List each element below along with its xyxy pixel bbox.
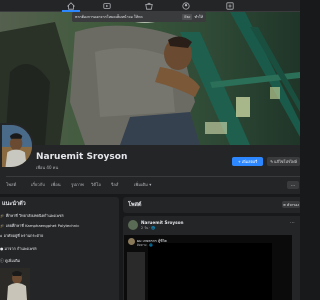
intro-item-residence: ⌂ อาศัยอยู่ที่ พรานกระต่าย bbox=[0, 233, 44, 238]
intro-item-education: 🎓 ศึกษาที่ วิทยาลัยเทคนิคกำแพงเพชร bbox=[0, 213, 64, 218]
intro-title: แนะนำตัว bbox=[2, 201, 26, 207]
profile-tabs: โพสต์ เกี่ยวกับ เพื่อน รูปภาพ วิดีโอ รีล… bbox=[0, 178, 300, 192]
reel-video-frame bbox=[148, 243, 272, 300]
add-story-label: เพิ่มสตอรี่ bbox=[241, 158, 258, 164]
plus-icon: + bbox=[237, 159, 241, 164]
posts-header-card bbox=[123, 197, 300, 213]
intro-item-more[interactable]: ⓘ ดูเพิ่มเติม bbox=[0, 258, 20, 264]
tab-friends[interactable]: เพื่อน bbox=[51, 181, 61, 188]
intro-item-past-education: 🎓 เคยศึกษาที่ Kamphaengphet Polytechnic bbox=[0, 223, 80, 228]
tooltip-action: ทำให้ bbox=[194, 15, 203, 19]
tab-videos[interactable]: วิดีโอ bbox=[91, 181, 101, 188]
intro-item-hometown: ● มาจาก กำแพงเพชร bbox=[0, 246, 37, 251]
reel-author-avatar[interactable] bbox=[128, 238, 135, 245]
profile-divider bbox=[6, 176, 300, 177]
pencil-icon: ✎ bbox=[270, 159, 274, 164]
friends-count[interactable]: เพื่อน 40 คน bbox=[36, 164, 58, 171]
reel-timestamp: ติดตาม · 🌐 bbox=[137, 243, 154, 247]
top-navigation-bar bbox=[0, 0, 300, 12]
reel-side-thumbnail bbox=[127, 252, 145, 300]
fullscreen-exit-tooltip: หากต้องการออกจากโหมดเต็มหน้าจอ ให้กด Esc… bbox=[72, 12, 206, 22]
facebook-profile-page: หากต้องการออกจากโหมดเต็มหน้าจอ ให้กด Esc… bbox=[0, 0, 300, 300]
home-location-icon: ⌂ bbox=[0, 233, 3, 238]
tooltip-text: หากต้องการออกจากโหมดเต็มหน้าจอ ให้กด bbox=[75, 15, 143, 19]
marketplace-icon[interactable] bbox=[144, 1, 154, 11]
profile-name: Naruemit Sroyson bbox=[36, 152, 128, 162]
intro-featured-photo[interactable] bbox=[0, 268, 30, 300]
posts-title: โพสต์ bbox=[128, 202, 142, 208]
graduation-cap-icon: 🎓 bbox=[0, 223, 5, 228]
groups-icon[interactable] bbox=[181, 1, 191, 11]
filter-icon: ≡ bbox=[283, 202, 286, 207]
tab-more[interactable]: เพิ่มเติม ▾ bbox=[134, 181, 151, 188]
tab-reels[interactable]: รีลส์ bbox=[111, 181, 118, 188]
graduation-cap-icon: 🎓 bbox=[0, 213, 5, 218]
edit-profile-button[interactable]: ✎ แก้ไขโปรไฟล์ bbox=[267, 157, 300, 166]
tab-photos[interactable]: รูปภาพ bbox=[71, 181, 84, 188]
add-story-button[interactable]: + เพิ่มสตอรี่ bbox=[232, 157, 263, 166]
post-more-options-icon[interactable]: ··· bbox=[290, 220, 295, 226]
post-timestamp[interactable]: 2 วัน · 🌐 bbox=[141, 226, 156, 231]
gaming-icon[interactable] bbox=[225, 1, 235, 11]
tooltip-key: Esc bbox=[182, 14, 193, 20]
location-pin-icon: ● bbox=[0, 246, 4, 251]
edit-profile-label: แก้ไขโปรไฟล์ bbox=[274, 158, 297, 164]
post-author-name[interactable]: Naruemit Sroyson bbox=[141, 220, 184, 225]
post-author-avatar[interactable] bbox=[128, 220, 138, 230]
posts-filter-button[interactable]: ≡ ตัวกรอง bbox=[282, 201, 300, 208]
tab-about[interactable]: เกี่ยวกับ bbox=[31, 181, 45, 188]
tab-posts[interactable]: โพสต์ bbox=[6, 181, 16, 188]
info-icon: ⓘ bbox=[0, 258, 4, 263]
cover-photo[interactable] bbox=[0, 12, 300, 145]
video-icon[interactable] bbox=[102, 1, 112, 11]
more-options-button[interactable]: ··· bbox=[287, 181, 299, 189]
